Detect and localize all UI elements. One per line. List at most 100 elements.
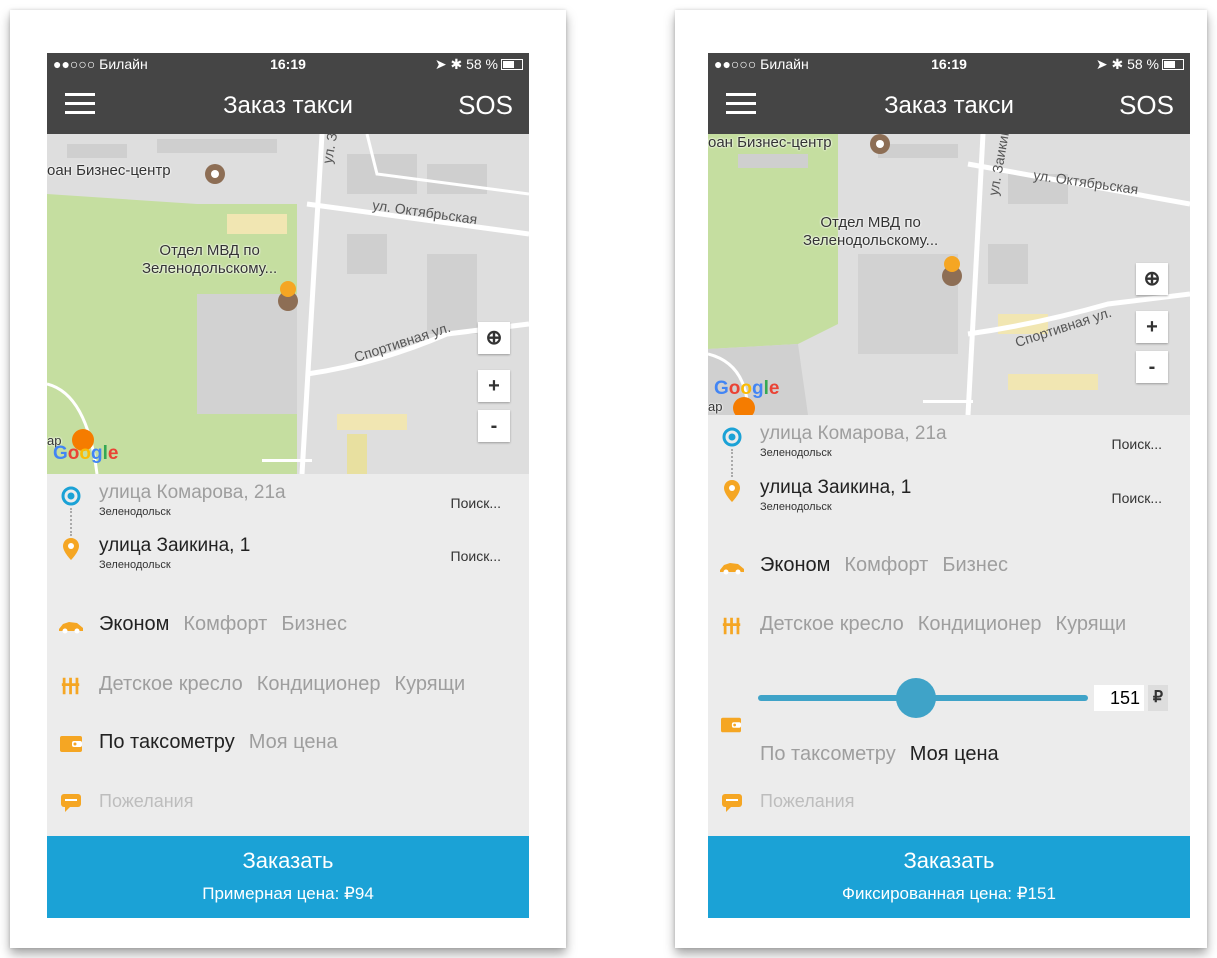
option-air-conditioner[interactable]: Кондиционер — [257, 673, 381, 695]
origin-search-button[interactable]: Поиск... — [451, 495, 501, 511]
wallet-icon — [60, 736, 82, 752]
order-button[interactable]: Заказать Фиксированная цена: ₽151 — [708, 836, 1190, 918]
map-view[interactable]: оан Бизнес-центр Отдел МВД по Зеленодоль… — [708, 134, 1190, 415]
zoom-in-button[interactable]: + — [1136, 311, 1168, 343]
zoom-out-button[interactable]: - — [478, 410, 510, 442]
tariff-row: Эконом Комфорт Бизнес — [708, 550, 1190, 586]
battery-icon — [1162, 59, 1184, 70]
battery-status: ➤ ✱ 58 % — [435, 56, 523, 73]
destination-city: Зеленодольск — [760, 501, 832, 513]
fixed-price: Фиксированная цена: ₽151 — [842, 884, 1056, 903]
route-to-row[interactable]: улица Заикина, 1 Зеленодольск Поиск... — [47, 535, 529, 583]
origin-point-icon — [61, 486, 81, 506]
bluetooth-icon: ✱ — [1111, 56, 1124, 72]
route-connector — [731, 449, 735, 477]
price-slider-thumb[interactable] — [896, 678, 937, 718]
zoom-in-button[interactable]: + — [478, 370, 510, 402]
phone-screen-right: ●●○○○ Билайн 16:19 ➤ ✱ 58 % Заказ такси … — [708, 53, 1190, 918]
tariff-comfort[interactable]: Комфорт — [844, 554, 928, 576]
payment-my-price[interactable]: Моя цена — [249, 731, 338, 753]
map-canvas — [708, 134, 1190, 415]
wallet-icon — [721, 717, 741, 733]
battery-status: ➤ ✱ 58 % — [1096, 56, 1184, 73]
map-canvas — [47, 134, 529, 474]
origin-search-button[interactable]: Поиск... — [1112, 436, 1162, 452]
tariff-list: Эконом Комфорт Бизнес — [760, 554, 1022, 577]
map-view[interactable]: оан Бизнес-центр Отдел МВД по Зеленодоль… — [47, 134, 529, 474]
payment-list: По таксометру Моя цена — [99, 731, 352, 754]
payment-taximeter[interactable]: По таксометру — [99, 731, 235, 753]
app-bar: Заказ такси SOS — [708, 75, 1190, 134]
custom-price-value[interactable]: 151 — [1094, 685, 1144, 711]
currency-symbol: ₽ — [1148, 685, 1168, 711]
app-bar: Заказ такси SOS — [47, 75, 529, 134]
option-child-seat[interactable]: Детское кресло — [99, 673, 243, 695]
destination-city: Зеленодольск — [99, 559, 171, 571]
options-list: Детское кресло Кондиционер Курящи — [760, 613, 1140, 636]
tariff-row: Эконом Комфорт Бизнес — [47, 609, 529, 645]
payment-list: По таксометру Моя цена — [760, 743, 1013, 766]
destination-search-button[interactable]: Поиск... — [1112, 490, 1162, 506]
wishes-label: Пожелания — [99, 791, 194, 811]
sos-button[interactable]: SOS — [458, 90, 513, 121]
restaurant-icon — [61, 677, 80, 695]
zoom-out-button[interactable]: - — [1136, 351, 1168, 383]
order-button[interactable]: Заказать Примерная цена: ₽94 — [47, 836, 529, 918]
page-title: Заказ такси — [223, 92, 353, 119]
tariff-economy[interactable]: Эконом — [99, 613, 169, 635]
tariff-economy[interactable]: Эконом — [760, 554, 830, 576]
poi-bar[interactable]: ар — [708, 398, 722, 415]
origin-address: улица Комарова, 21а — [99, 482, 286, 503]
tariff-comfort[interactable]: Комфорт — [183, 613, 267, 635]
comment-icon — [722, 794, 742, 812]
options-list: Детское кресло Кондиционер Курящи — [99, 673, 479, 696]
options-row: Детское кресло Кондиционер Курящи — [47, 669, 529, 705]
origin-address: улица Комарова, 21а — [760, 423, 947, 444]
location-icon: ➤ — [434, 56, 447, 72]
option-child-seat[interactable]: Детское кресло — [760, 613, 904, 635]
google-logo: Google — [53, 443, 119, 464]
wishes-label: Пожелания — [760, 791, 855, 811]
route-to-row[interactable]: улица Заикина, 1 Зеленодольск Поиск... — [708, 477, 1190, 525]
poi-police-department[interactable]: Отдел МВД по Зеленодольскому... — [803, 214, 938, 250]
phone-screen-left: ●●○○○ Билайн 16:19 ➤ ✱ 58 % Заказ такси … — [47, 53, 529, 918]
status-bar: ●●○○○ Билайн 16:19 ➤ ✱ 58 % — [708, 53, 1190, 75]
crosshair-icon: ⊕ — [1143, 268, 1161, 290]
google-logo: Google — [714, 378, 780, 399]
options-row: Детское кресло Кондиционер Курящи — [708, 609, 1190, 645]
option-air-conditioner[interactable]: Кондиционер — [918, 613, 1042, 635]
payment-taximeter[interactable]: По таксометру — [760, 743, 896, 765]
my-location-button[interactable]: ⊕ — [478, 322, 510, 354]
battery-icon — [501, 59, 523, 70]
payment-my-price[interactable]: Моя цена — [910, 743, 999, 765]
battery-percent: 58 % — [466, 56, 498, 72]
restaurant-icon — [722, 617, 741, 635]
destination-search-button[interactable]: Поиск... — [451, 548, 501, 564]
poi-business-center[interactable]: оан Бизнес-центр — [47, 162, 171, 180]
route-connector — [70, 508, 74, 536]
poi-business-center[interactable]: оан Бизнес-центр — [708, 134, 832, 152]
screenshot-card-left: ●●○○○ Билайн 16:19 ➤ ✱ 58 % Заказ такси … — [10, 10, 566, 948]
location-icon: ➤ — [1095, 56, 1108, 72]
bluetooth-icon: ✱ — [450, 56, 463, 72]
origin-point-icon — [722, 427, 742, 447]
tariff-list: Эконом Комфорт Бизнес — [99, 613, 361, 636]
tariff-business[interactable]: Бизнес — [942, 554, 1008, 576]
my-location-button[interactable]: ⊕ — [1136, 263, 1168, 295]
wishes-row[interactable]: Пожелания — [47, 785, 529, 821]
option-smoking[interactable]: Курящи — [394, 673, 465, 695]
sos-button[interactable]: SOS — [1119, 90, 1174, 121]
poi-police-department[interactable]: Отдел МВД по Зеленодольскому... — [142, 242, 277, 278]
origin-city: Зеленодольск — [760, 447, 832, 459]
route-from-row[interactable]: улица Комарова, 21а Зеленодольск Поиск..… — [47, 482, 529, 530]
order-button-label: Заказать — [903, 848, 995, 873]
origin-city: Зеленодольск — [99, 506, 171, 518]
destination-address: улица Заикина, 1 — [760, 477, 912, 498]
wishes-row[interactable]: Пожелания — [708, 785, 1190, 821]
option-smoking[interactable]: Курящи — [1055, 613, 1126, 635]
screenshot-card-right: ●●○○○ Билайн 16:19 ➤ ✱ 58 % Заказ такси … — [675, 10, 1207, 948]
car-icon — [720, 563, 744, 575]
status-bar: ●●○○○ Билайн 16:19 ➤ ✱ 58 % — [47, 53, 529, 75]
tariff-business[interactable]: Бизнес — [281, 613, 347, 635]
route-from-row[interactable]: улица Комарова, 21а Зеленодольск Поиск..… — [708, 423, 1190, 471]
